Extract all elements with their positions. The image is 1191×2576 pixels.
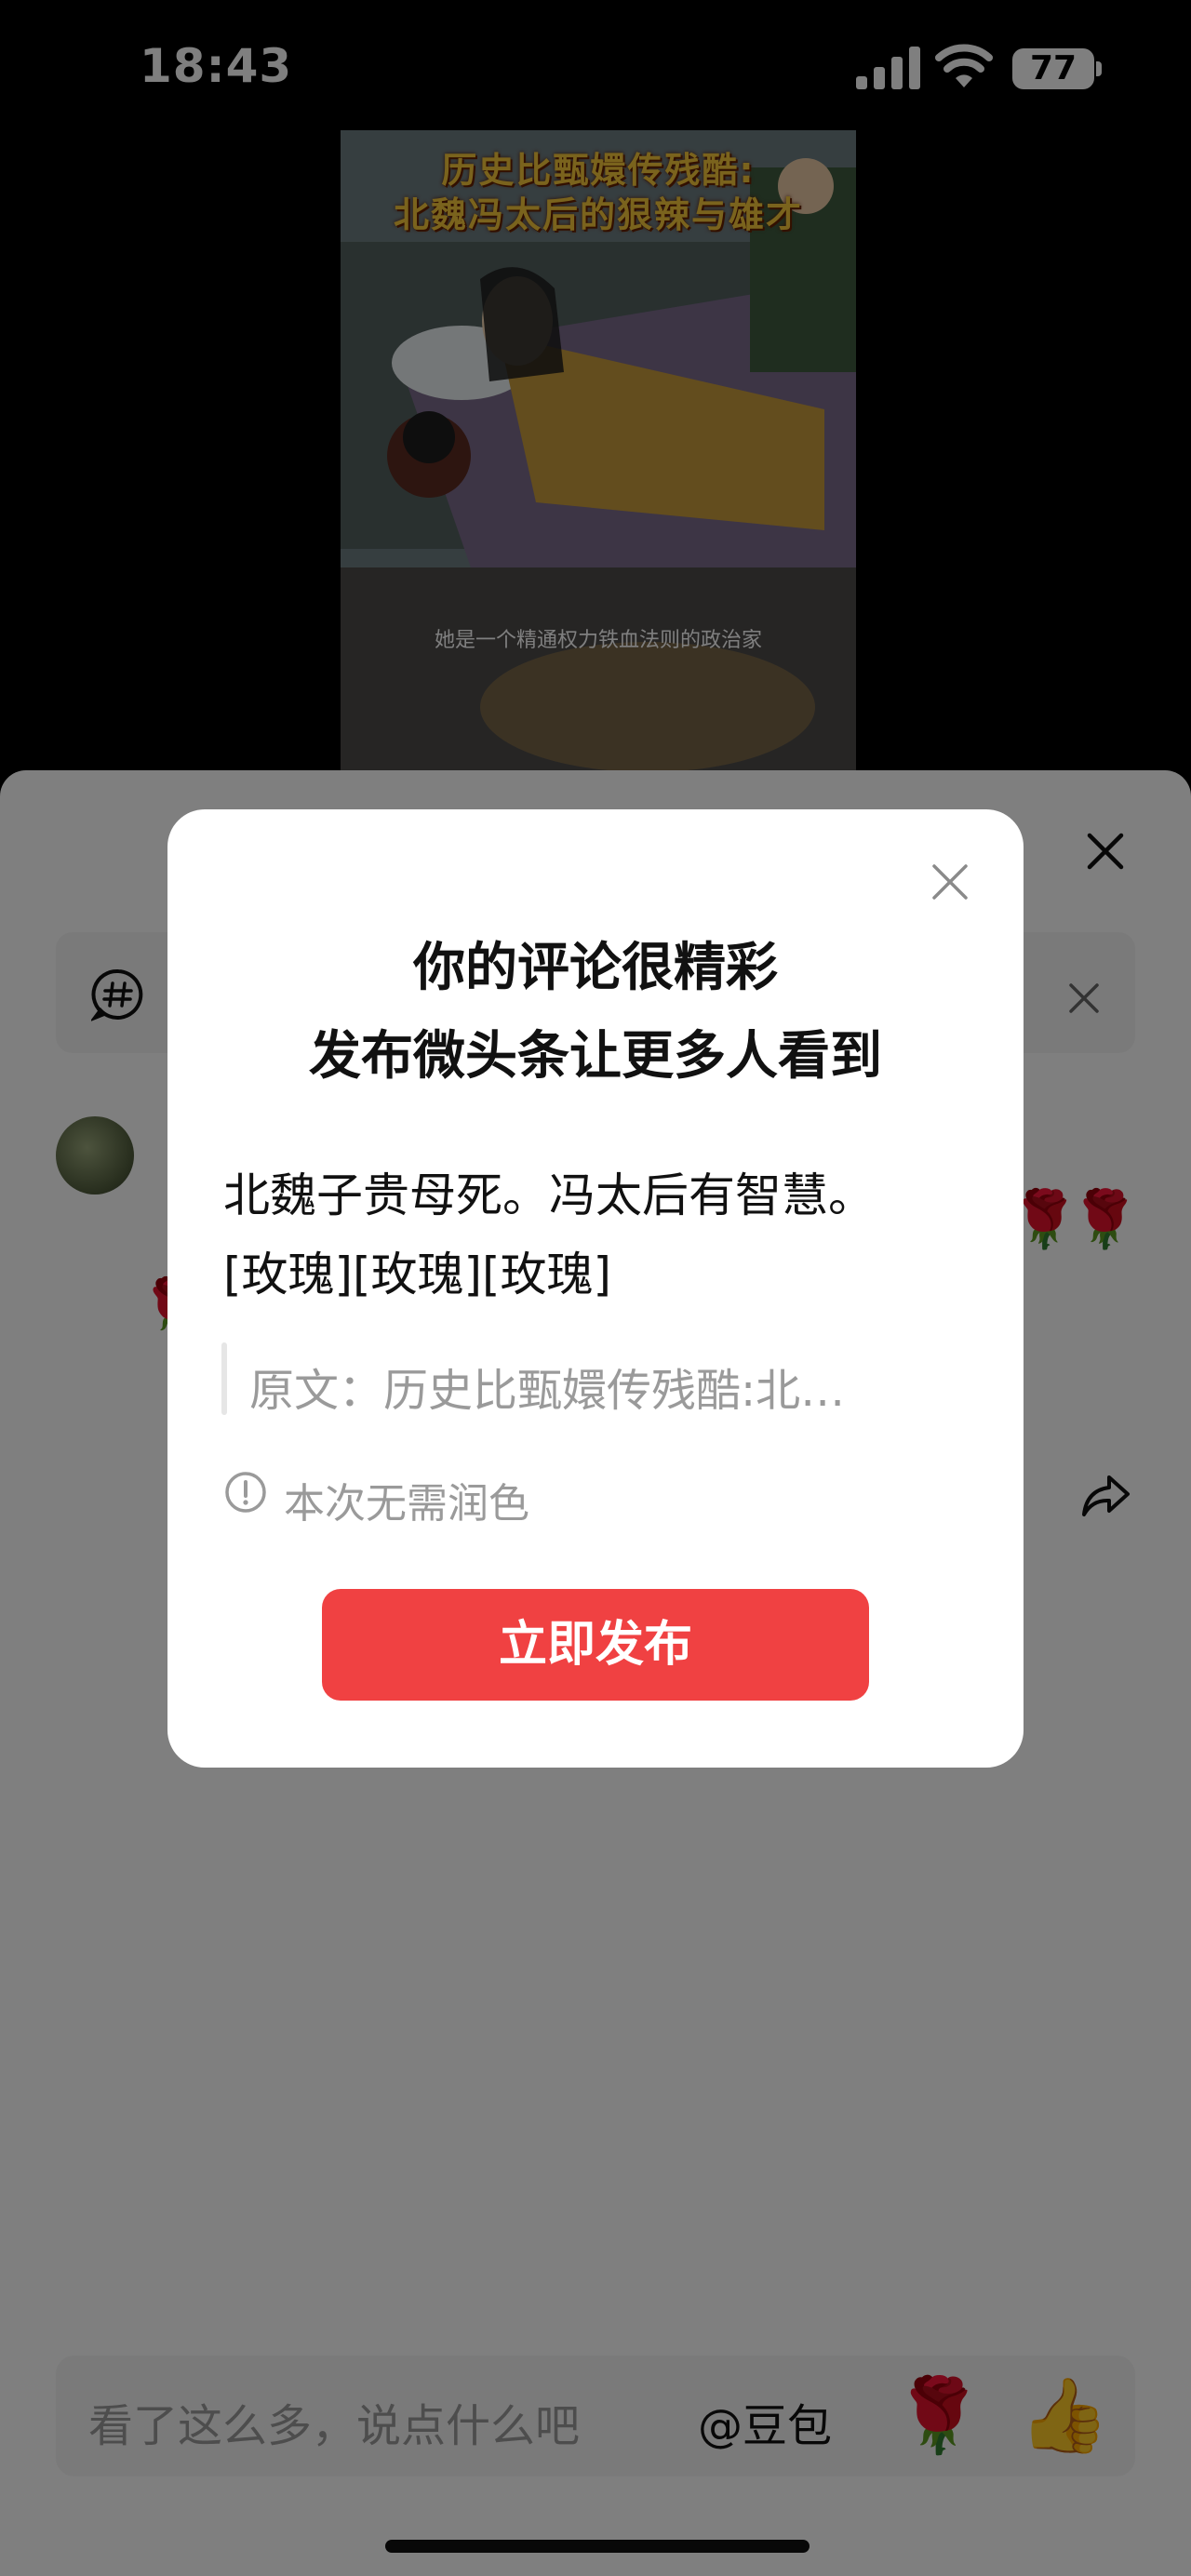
publish-now-button[interactable]: 立即发布 <box>322 1589 869 1701</box>
original-article-quote: 原文：历史比甄嬛传残酷:北… <box>249 1365 846 1417</box>
comment-text-line2: [玫瑰][玫瑰][玫瑰] <box>223 1248 612 1301</box>
comment-text-line1: 北魏子贵母死。冯太后有智慧。 <box>223 1168 875 1222</box>
dialog-close-icon[interactable] <box>929 861 971 903</box>
quote-divider <box>221 1342 227 1415</box>
dialog-title-line1: 你的评论很精彩 <box>413 938 778 998</box>
dialog-title-line2: 发布微头条让更多人看到 <box>309 1026 882 1087</box>
info-icon <box>225 1472 266 1513</box>
polish-note: 本次无需润色 <box>284 1480 529 1528</box>
